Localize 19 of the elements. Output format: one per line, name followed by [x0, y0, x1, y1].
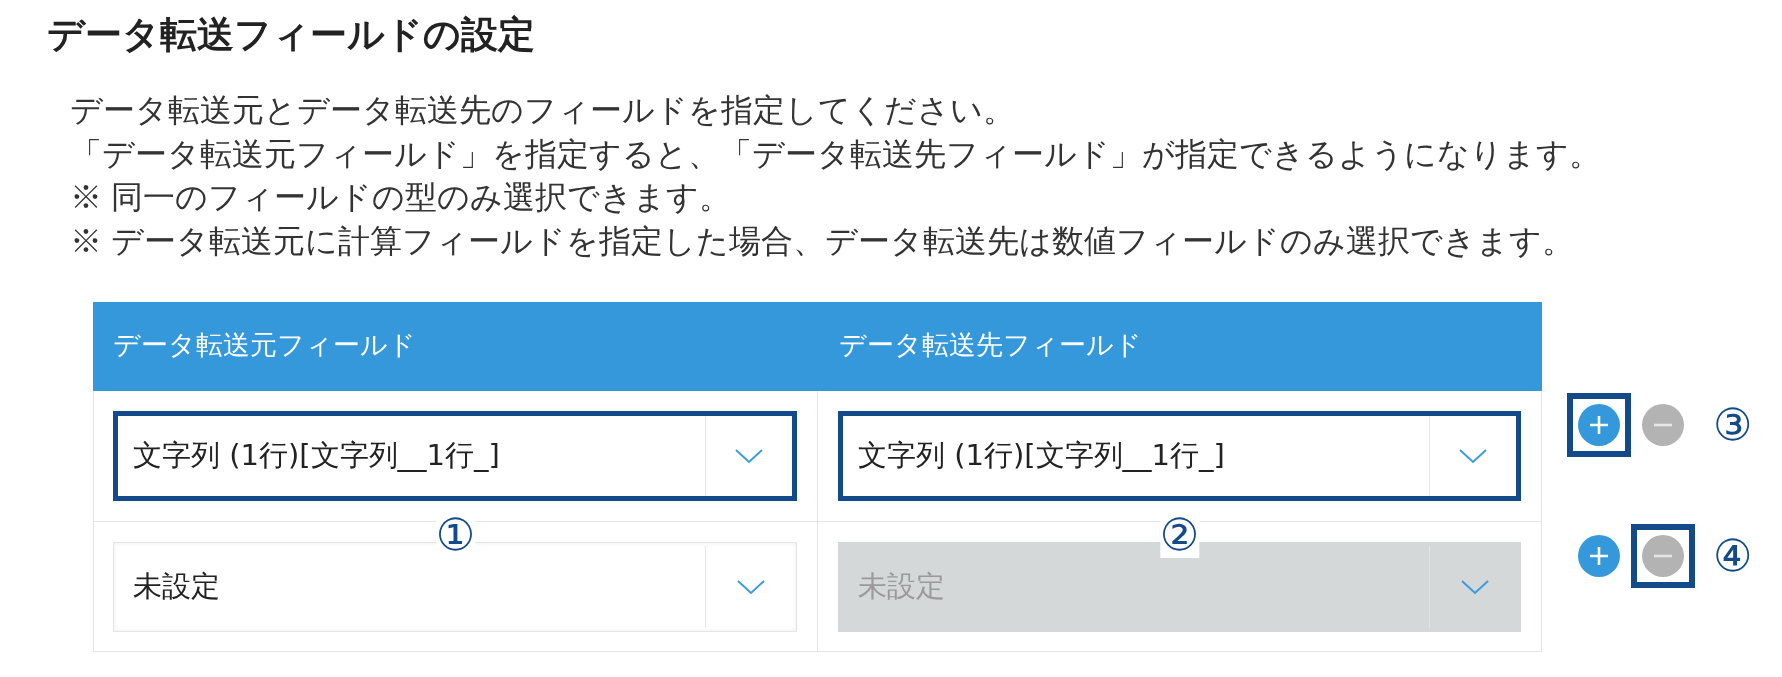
section-heading: データ転送フィールドの設定	[47, 16, 535, 54]
plus-icon	[1589, 415, 1609, 435]
chevron-down-icon	[737, 579, 765, 595]
instruction-text: ※ データ転送元に計算フィールドを指定した場合、データ転送先は数値フィールドのみ選択できます。	[70, 221, 1574, 261]
remove-button[interactable]	[1642, 535, 1684, 577]
chevron-down-icon	[1461, 579, 1489, 595]
remove-button[interactable]	[1642, 404, 1684, 446]
chevron-down-icon	[1459, 448, 1487, 464]
minus-icon	[1653, 554, 1673, 558]
chevron-down-icon	[735, 448, 763, 464]
instruction-text: 「データ転送元フィールド」を指定すると、「データ転送先フィールド」が指定できるようになります。	[70, 134, 1601, 174]
instruction-text: データ転送元とデータ転送先のフィールドを指定してください。	[70, 91, 1015, 130]
column-header: データ転送元フィールド	[93, 302, 818, 391]
column-header: データ転送先フィールド	[818, 302, 1542, 391]
instruction-text: ※ 同一のフィールドの型のみ選択できます。	[70, 178, 731, 217]
add-button[interactable]	[1578, 404, 1620, 446]
add-button[interactable]	[1578, 535, 1620, 577]
minus-icon	[1653, 423, 1673, 427]
plus-icon	[1589, 546, 1609, 566]
